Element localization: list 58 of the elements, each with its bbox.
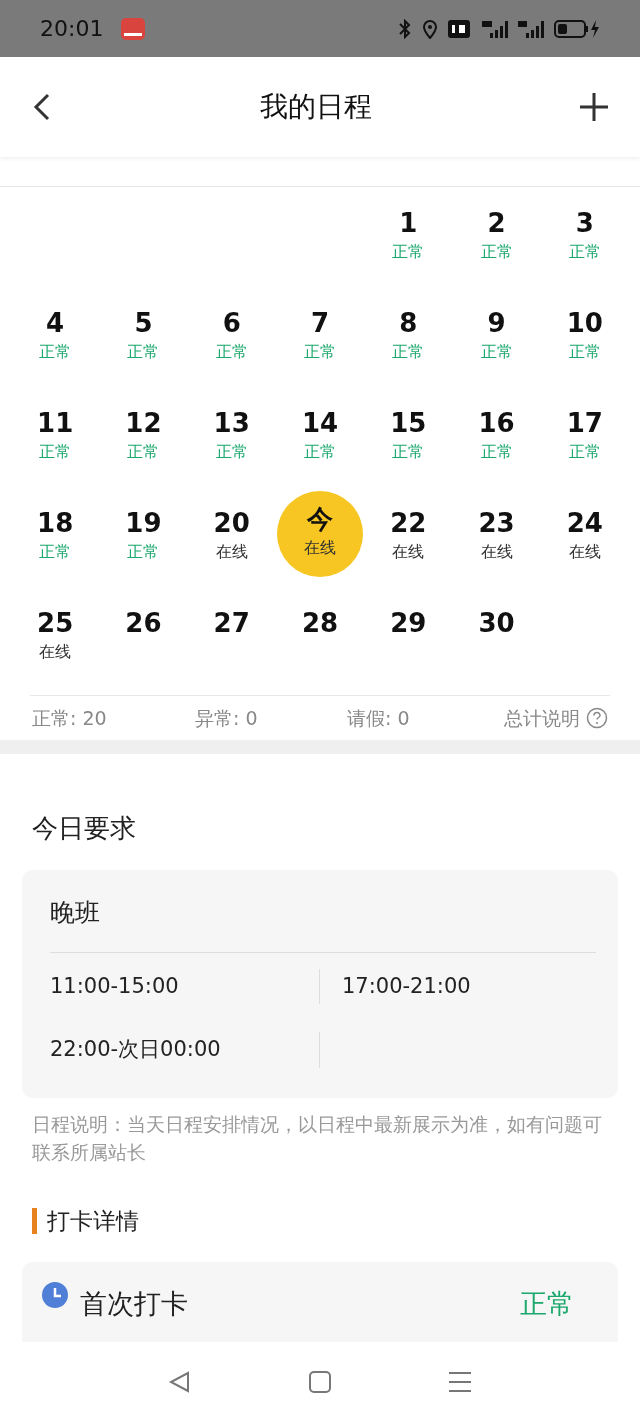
calendar-day[interactable]: 19 正常: [100, 493, 187, 579]
schedule-note: 日程说明：当天日程安排情况，以日程中最新展示为准，如有问题可联系所属站长: [32, 1111, 603, 1165]
calendar-day[interactable]: 10 正常: [541, 293, 628, 379]
shift-name: 晚班: [50, 870, 596, 953]
calendar-day[interactable]: 15 正常: [365, 393, 452, 479]
calendar-day[interactable]: 25 在线: [12, 593, 99, 679]
section-heading: 打卡详情: [47, 1206, 139, 1236]
calendar-day[interactable]: 27: [188, 593, 275, 679]
calendar-day[interactable]: 14 正常: [277, 393, 363, 479]
shift-time: 22:00-次日00:00: [44, 1032, 320, 1068]
calendar-day[interactable]: 4 正常: [12, 293, 99, 379]
menu-icon[interactable]: [447, 1371, 472, 1393]
shift-time: 17:00-21:00: [341, 972, 472, 1000]
summary-stat: 异常: 0: [195, 705, 259, 731]
calendar-day[interactable]: 今 在线: [277, 491, 363, 577]
calendar-day[interactable]: 20 在线: [188, 493, 275, 579]
calendar-day[interactable]: 23 在线: [453, 493, 540, 579]
summary-help-link[interactable]: 总计说明: [504, 703, 580, 733]
calendar-day[interactable]: 2 正常: [453, 193, 540, 279]
checkin-label: 首次打卡: [80, 1287, 188, 1321]
location-icon: [422, 18, 438, 39]
shift-time: 11:00-15:00: [44, 968, 320, 1004]
calendar-day[interactable]: 18 正常: [12, 493, 99, 579]
calendar-day[interactable]: 29: [365, 593, 452, 679]
status-time: 20:01: [40, 15, 104, 43]
calendar-day[interactable]: 3 正常: [541, 193, 628, 279]
page-title: 我的日程: [260, 89, 372, 125]
calendar-day[interactable]: 11 正常: [12, 393, 99, 479]
checkin-status: 正常: [520, 1287, 574, 1321]
calendar-day[interactable]: 5 正常: [100, 293, 187, 379]
calendar-day[interactable]: 13 正常: [188, 393, 275, 479]
calendar-day[interactable]: 28: [277, 593, 363, 679]
calendar-day[interactable]: 26: [100, 593, 187, 679]
calendar-day[interactable]: 6 正常: [188, 293, 275, 379]
calendar-day[interactable]: 30: [453, 593, 540, 679]
signal-icon: [480, 18, 510, 39]
calendar-day[interactable]: 1 正常: [365, 193, 452, 279]
app-icon: [121, 17, 146, 40]
calendar-day[interactable]: 9 正常: [453, 293, 540, 379]
signal-icon: [518, 18, 546, 39]
bluetooth-icon: [398, 18, 412, 39]
clock-icon: [42, 1282, 68, 1308]
calendar-day[interactable]: 17 正常: [541, 393, 628, 479]
calendar-day[interactable]: 16 正常: [453, 393, 540, 479]
calendar-day[interactable]: 22 在线: [365, 493, 452, 579]
calendar-day[interactable]: 12 正常: [100, 393, 187, 479]
home-nav-icon[interactable]: [309, 1371, 331, 1393]
battery-icon: [554, 18, 600, 39]
calendar-day[interactable]: 8 正常: [365, 293, 452, 379]
hd-icon: [448, 19, 470, 38]
add-icon[interactable]: [578, 91, 610, 123]
summary-stat: 正常: 20: [32, 705, 108, 731]
help-icon[interactable]: [586, 707, 608, 729]
calendar-day[interactable]: 24 在线: [541, 493, 628, 579]
calendar-day[interactable]: 7 正常: [277, 293, 363, 379]
summary-stat: 请假: 0: [347, 705, 411, 731]
accent-bar: [32, 1207, 37, 1234]
section-heading: 今日要求: [32, 812, 137, 845]
